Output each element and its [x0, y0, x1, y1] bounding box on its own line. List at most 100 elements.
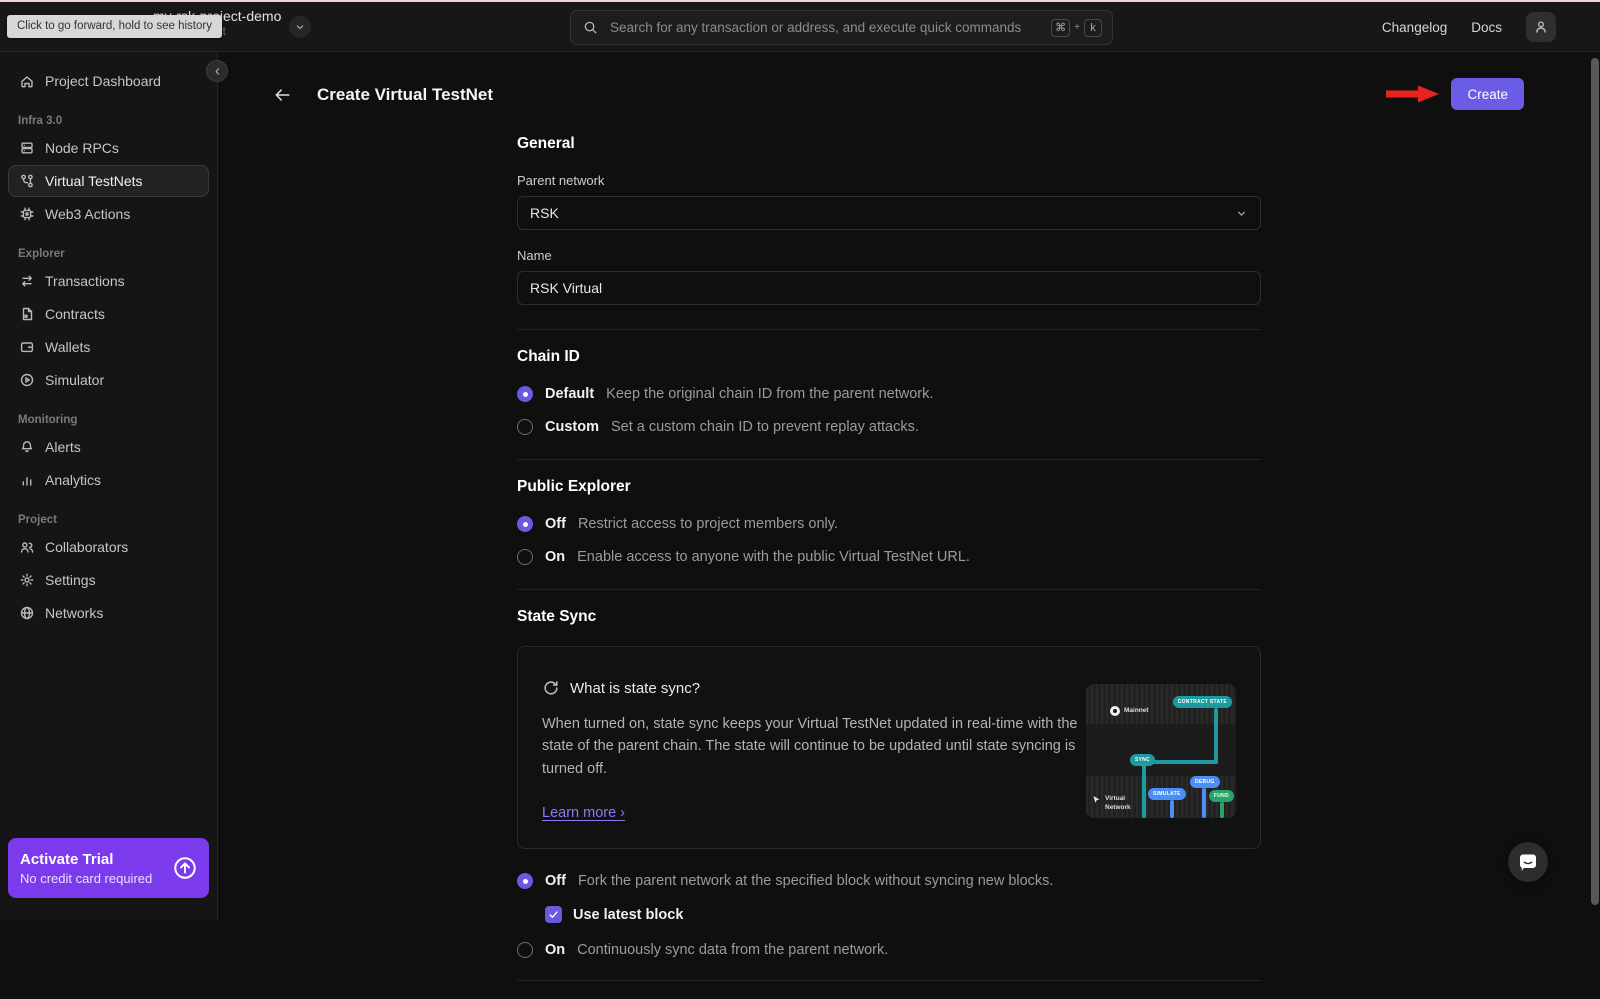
- docs-link[interactable]: Docs: [1471, 20, 1502, 35]
- main-content: Create Virtual TestNet Create General Pa…: [218, 52, 1600, 920]
- sidebar-item-analytics[interactable]: Analytics: [8, 464, 209, 496]
- annotation-arrow-icon: [1384, 85, 1440, 103]
- server-icon: [19, 140, 35, 156]
- sidebar-item-simulator[interactable]: Simulator: [8, 364, 209, 396]
- page-scrollbar[interactable]: [1591, 58, 1599, 905]
- state-sync-off-option[interactable]: Off Fork the parent network at the speci…: [517, 873, 1261, 889]
- diagram-fund-badge: FUND: [1209, 790, 1234, 802]
- sidebar-item-label: Analytics: [45, 472, 101, 488]
- state-sync-on-option[interactable]: On Continuously sync data from the paren…: [517, 942, 1261, 958]
- state-sync-info-text: What is state sync? When turned on, stat…: [542, 679, 1086, 822]
- activate-trial-banner[interactable]: Activate Trial No credit card required: [8, 838, 209, 898]
- radio-selected-icon[interactable]: [517, 386, 533, 402]
- diagram-line: [1170, 800, 1174, 818]
- learn-more-link[interactable]: Learn more ›: [542, 805, 625, 821]
- sidebar-item-label: Node RPCs: [45, 140, 119, 156]
- project-dropdown-button[interactable]: [289, 16, 311, 38]
- trial-title: Activate Trial: [20, 851, 152, 868]
- sidebar-section-explorer: Explorer: [0, 248, 217, 260]
- back-arrow-button[interactable]: [273, 86, 291, 104]
- chevron-down-icon: [1235, 207, 1248, 220]
- sidebar-item-wallets[interactable]: Wallets: [8, 331, 209, 363]
- command-key: ⌘: [1051, 19, 1070, 37]
- use-latest-block-option[interactable]: Use latest block: [545, 906, 1261, 923]
- radio-unselected-icon[interactable]: [517, 549, 533, 565]
- parent-network-value: RSK: [530, 205, 559, 221]
- sidebar-item-web3-actions[interactable]: Web3 Actions: [8, 198, 209, 230]
- general-heading: General: [517, 135, 1261, 153]
- sidebar-item-label: Settings: [45, 572, 96, 588]
- state-sync-info-title: What is state sync?: [570, 680, 700, 697]
- fork-branch-icon: [19, 173, 35, 189]
- section-divider: [517, 980, 1261, 981]
- user-icon: [1533, 19, 1549, 35]
- diagram-line: [1144, 760, 1218, 764]
- chain-id-default-option[interactable]: Default Keep the original chain ID from …: [517, 386, 1261, 402]
- sidebar-item-settings[interactable]: Settings: [8, 564, 209, 596]
- create-button[interactable]: Create: [1451, 78, 1524, 110]
- name-input[interactable]: [517, 271, 1261, 305]
- sidebar-item-collaborators[interactable]: Collaborators: [8, 531, 209, 563]
- chain-id-custom-option[interactable]: Custom Set a custom chain ID to prevent …: [517, 419, 1261, 435]
- home-icon: [19, 73, 35, 89]
- user-menu-button[interactable]: [1526, 12, 1556, 42]
- parent-network-label: Parent network: [517, 173, 1261, 188]
- mainnet-node-icon: [1110, 706, 1120, 716]
- option-label: Default: [545, 386, 594, 402]
- sidebar-item-label: Wallets: [45, 339, 90, 355]
- swap-arrows-icon: [19, 273, 35, 289]
- section-divider: [517, 459, 1261, 460]
- sidebar-collapse-button[interactable]: [206, 60, 228, 82]
- option-description: Fork the parent network at the specified…: [578, 873, 1054, 889]
- public-explorer-off-option[interactable]: Off Restrict access to project members o…: [517, 516, 1261, 532]
- sidebar-item-networks[interactable]: Networks: [8, 597, 209, 629]
- radio-unselected-icon[interactable]: [517, 419, 533, 435]
- sidebar-item-virtual-testnets[interactable]: Virtual TestNets: [8, 165, 209, 197]
- section-divider: [517, 589, 1261, 590]
- page-header: Create Virtual TestNet: [273, 85, 493, 105]
- diagram-mainnet-label: Mainnet: [1110, 706, 1149, 716]
- chain-id-heading: Chain ID: [517, 348, 1261, 366]
- trial-text: Activate Trial No credit card required: [20, 851, 152, 886]
- trial-subtitle: No credit card required: [20, 871, 152, 886]
- sidebar-item-transactions[interactable]: Transactions: [8, 265, 209, 297]
- chip-icon: [19, 206, 35, 222]
- option-description: Restrict access to project members only.: [578, 516, 838, 532]
- option-label: Off: [545, 873, 566, 889]
- radio-selected-icon[interactable]: [517, 516, 533, 532]
- state-sync-info-body: When turned on, state sync keeps your Vi…: [542, 713, 1086, 780]
- chevron-left-icon: [212, 66, 223, 77]
- sidebar-item-label: Networks: [45, 605, 103, 621]
- sidebar-item-node-rpcs[interactable]: Node RPCs: [8, 132, 209, 164]
- chat-widget-button[interactable]: [1508, 842, 1548, 882]
- parent-network-select[interactable]: RSK: [517, 196, 1261, 230]
- document-icon: [19, 306, 35, 322]
- gear-icon: [19, 572, 35, 588]
- refresh-sync-icon: [542, 679, 560, 697]
- bar-chart-icon: [19, 472, 35, 488]
- search-input[interactable]: [608, 19, 1041, 36]
- state-sync-diagram: Mainnet CONTRACT STATE SYNC DEBUG SIMULA…: [1086, 684, 1236, 818]
- public-explorer-on-option[interactable]: On Enable access to anyone with the publ…: [517, 549, 1261, 565]
- radio-selected-icon[interactable]: [517, 873, 533, 889]
- chat-bubble-icon: [1518, 853, 1538, 872]
- checkbox-checked-icon[interactable]: [545, 906, 562, 923]
- sidebar-item-label: Simulator: [45, 372, 104, 388]
- sidebar-item-project-dashboard[interactable]: Project Dashboard: [8, 65, 209, 97]
- diagram-virtual-network-label: Virtual Network: [1092, 795, 1141, 811]
- sidebar-item-alerts[interactable]: Alerts: [8, 431, 209, 463]
- public-explorer-heading: Public Explorer: [517, 478, 1261, 496]
- top-edge-line: [0, 0, 1600, 2]
- diagram-sync-badge: SYNC: [1130, 754, 1155, 766]
- sidebar-item-contracts[interactable]: Contracts: [8, 298, 209, 330]
- diagram-line: [1202, 788, 1206, 818]
- global-search[interactable]: ⌘ + k: [570, 10, 1113, 45]
- option-description: Continuously sync data from the parent n…: [577, 942, 888, 958]
- sidebar-nav: Project Dashboard Infra 3.0 Node RPCs Vi…: [0, 52, 217, 629]
- changelog-link[interactable]: Changelog: [1382, 20, 1447, 35]
- radio-unselected-icon[interactable]: [517, 942, 533, 958]
- diagram-debug-badge: DEBUG: [1190, 776, 1220, 788]
- option-label: On: [545, 942, 565, 958]
- sidebar-item-label: Transactions: [45, 273, 125, 289]
- bell-icon: [19, 439, 35, 455]
